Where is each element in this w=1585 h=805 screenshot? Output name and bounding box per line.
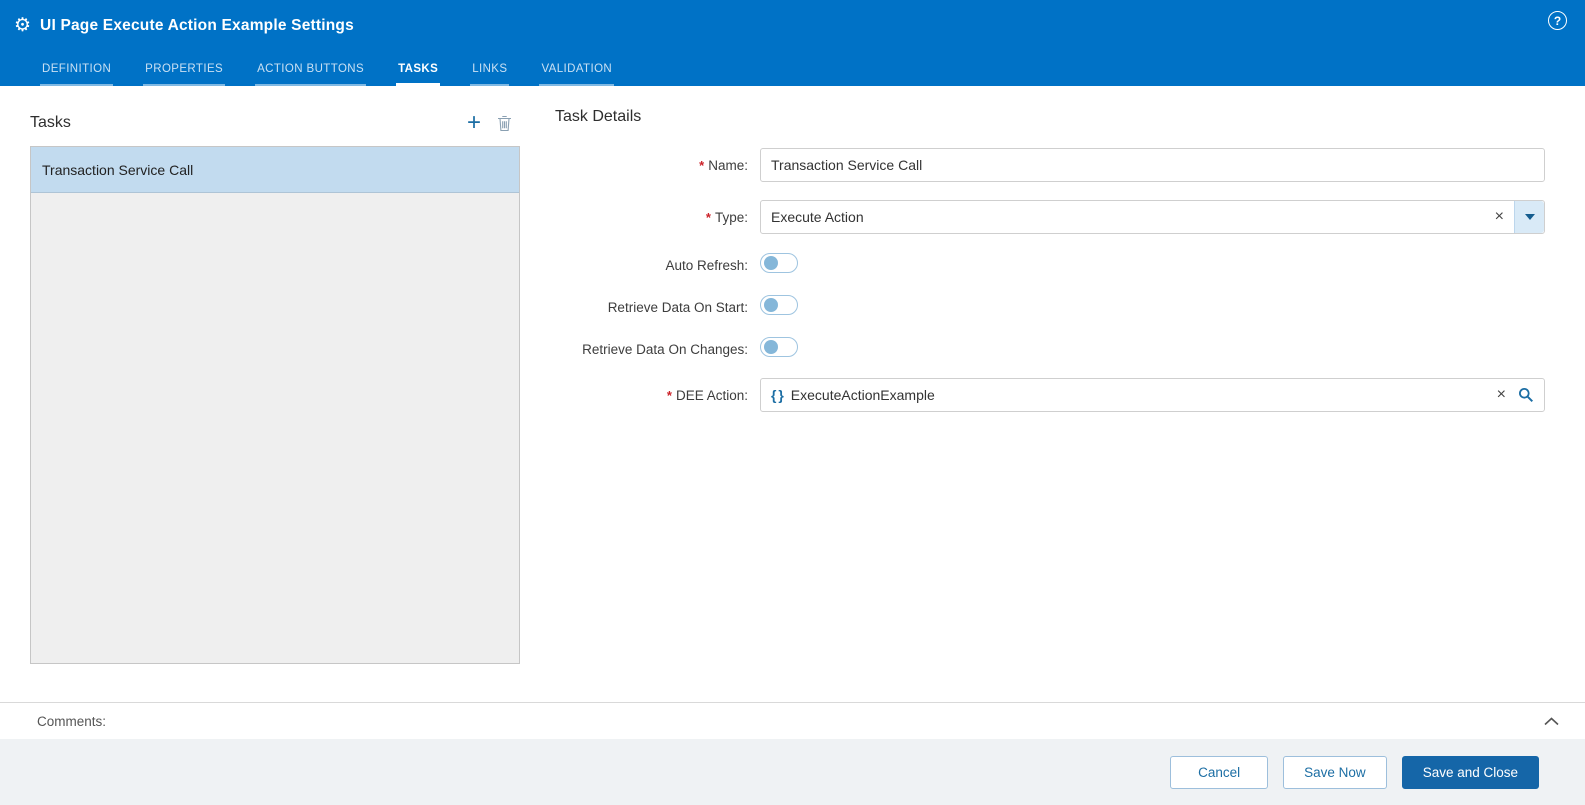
save-and-close-button[interactable]: Save and Close xyxy=(1401,755,1539,789)
retrieve-on-changes-toggle[interactable] xyxy=(760,336,798,357)
required-asterisk: * xyxy=(699,157,705,173)
dropdown-button[interactable] xyxy=(1514,201,1544,233)
tab-validation[interactable]: VALIDATION xyxy=(539,63,615,86)
retrieve-on-start-toggle[interactable] xyxy=(760,294,798,315)
name-label: * Name: xyxy=(555,158,760,173)
type-label: * Type: xyxy=(555,210,760,225)
footer: Cancel Save Now Save and Close xyxy=(0,739,1585,805)
chevron-up-icon[interactable] xyxy=(1540,713,1563,730)
dee-action-label: * DEE Action: xyxy=(555,388,760,403)
gear-icon: ⚙ xyxy=(14,15,32,36)
required-asterisk: * xyxy=(705,209,711,225)
auto-refresh-label-text: Auto Refresh: xyxy=(665,257,748,273)
search-icon[interactable] xyxy=(1516,387,1544,403)
retrieve-on-changes-control xyxy=(760,336,1545,362)
name-label-text: Name: xyxy=(708,157,748,173)
page-title: UI Page Execute Action Example Settings xyxy=(40,16,354,34)
name-row: * Name: xyxy=(555,148,1545,182)
type-combobox[interactable]: Execute Action × xyxy=(760,200,1545,234)
clear-icon[interactable]: × xyxy=(1485,201,1514,233)
retrieve-on-changes-row: Retrieve Data On Changes: xyxy=(555,336,1545,362)
main-content: Tasks + Transaction Service Call Task De… xyxy=(0,86,1585,702)
retrieve-on-start-label-text: Retrieve Data On Start: xyxy=(607,299,748,315)
cancel-button[interactable]: Cancel xyxy=(1170,755,1269,789)
comments-label: Comments: xyxy=(37,713,107,729)
type-value: Execute Action xyxy=(771,209,864,225)
braces-icon: { } xyxy=(771,387,784,403)
tab-bar: DEFINITION PROPERTIES ACTION BUTTONS TAS… xyxy=(0,40,1585,86)
save-now-button[interactable]: Save Now xyxy=(1283,755,1387,789)
name-control xyxy=(760,148,1545,182)
help-icon[interactable]: ? xyxy=(1548,11,1567,30)
auto-refresh-label: Auto Refresh: xyxy=(555,258,760,273)
task-details-title: Task Details xyxy=(555,108,642,125)
chevron-down-icon xyxy=(1524,214,1535,220)
type-label-text: Type: xyxy=(714,209,748,225)
dee-action-lookup[interactable]: { } ExecuteActionExample × xyxy=(760,378,1545,412)
tab-tasks[interactable]: TASKS xyxy=(396,63,441,86)
retrieve-on-changes-label: Retrieve Data On Changes: xyxy=(555,342,760,357)
add-task-icon[interactable]: + xyxy=(467,111,481,135)
title-bar: ⚙ UI Page Execute Action Example Setting… xyxy=(0,0,1585,40)
dee-action-row: * DEE Action: { } ExecuteActionExample × xyxy=(555,378,1545,412)
task-list: Transaction Service Call xyxy=(30,146,520,664)
retrieve-on-start-label: Retrieve Data On Start: xyxy=(555,300,760,315)
settings-window: ⚙ UI Page Execute Action Example Setting… xyxy=(0,0,1585,805)
tab-definition[interactable]: DEFINITION xyxy=(40,63,114,86)
tab-action-buttons[interactable]: ACTION BUTTONS xyxy=(255,63,367,86)
header: ⚙ UI Page Execute Action Example Setting… xyxy=(0,0,1585,86)
retrieve-on-start-control xyxy=(760,294,1545,320)
type-control: Execute Action × xyxy=(760,200,1545,234)
dee-action-control: { } ExecuteActionExample × xyxy=(760,378,1545,412)
task-list-item[interactable]: Transaction Service Call xyxy=(31,147,519,193)
tab-properties[interactable]: PROPERTIES xyxy=(143,63,226,86)
auto-refresh-control xyxy=(760,252,1545,278)
clear-icon[interactable]: × xyxy=(1487,379,1516,411)
comments-bar[interactable]: Comments: xyxy=(0,702,1585,739)
tab-links[interactable]: LINKS xyxy=(470,63,510,86)
retrieve-on-start-row: Retrieve Data On Start: xyxy=(555,294,1545,320)
tasks-panel-title: Tasks xyxy=(30,114,71,131)
required-asterisk: * xyxy=(666,387,672,403)
tasks-panel-actions: + xyxy=(467,111,520,135)
task-details-panel: Task Details * Name: * Type: xyxy=(555,86,1545,702)
auto-refresh-toggle[interactable] xyxy=(760,252,798,273)
name-input[interactable] xyxy=(760,148,1545,182)
tasks-panel-header: Tasks + xyxy=(30,108,520,138)
dee-action-label-text: DEE Action: xyxy=(675,387,748,403)
auto-refresh-row: Auto Refresh: xyxy=(555,252,1545,278)
tasks-panel: Tasks + Transaction Service Call xyxy=(30,86,520,702)
retrieve-on-changes-label-text: Retrieve Data On Changes: xyxy=(582,341,748,357)
dee-action-value: ExecuteActionExample xyxy=(790,387,935,403)
type-row: * Type: Execute Action × xyxy=(555,200,1545,234)
delete-task-icon[interactable] xyxy=(497,115,512,132)
